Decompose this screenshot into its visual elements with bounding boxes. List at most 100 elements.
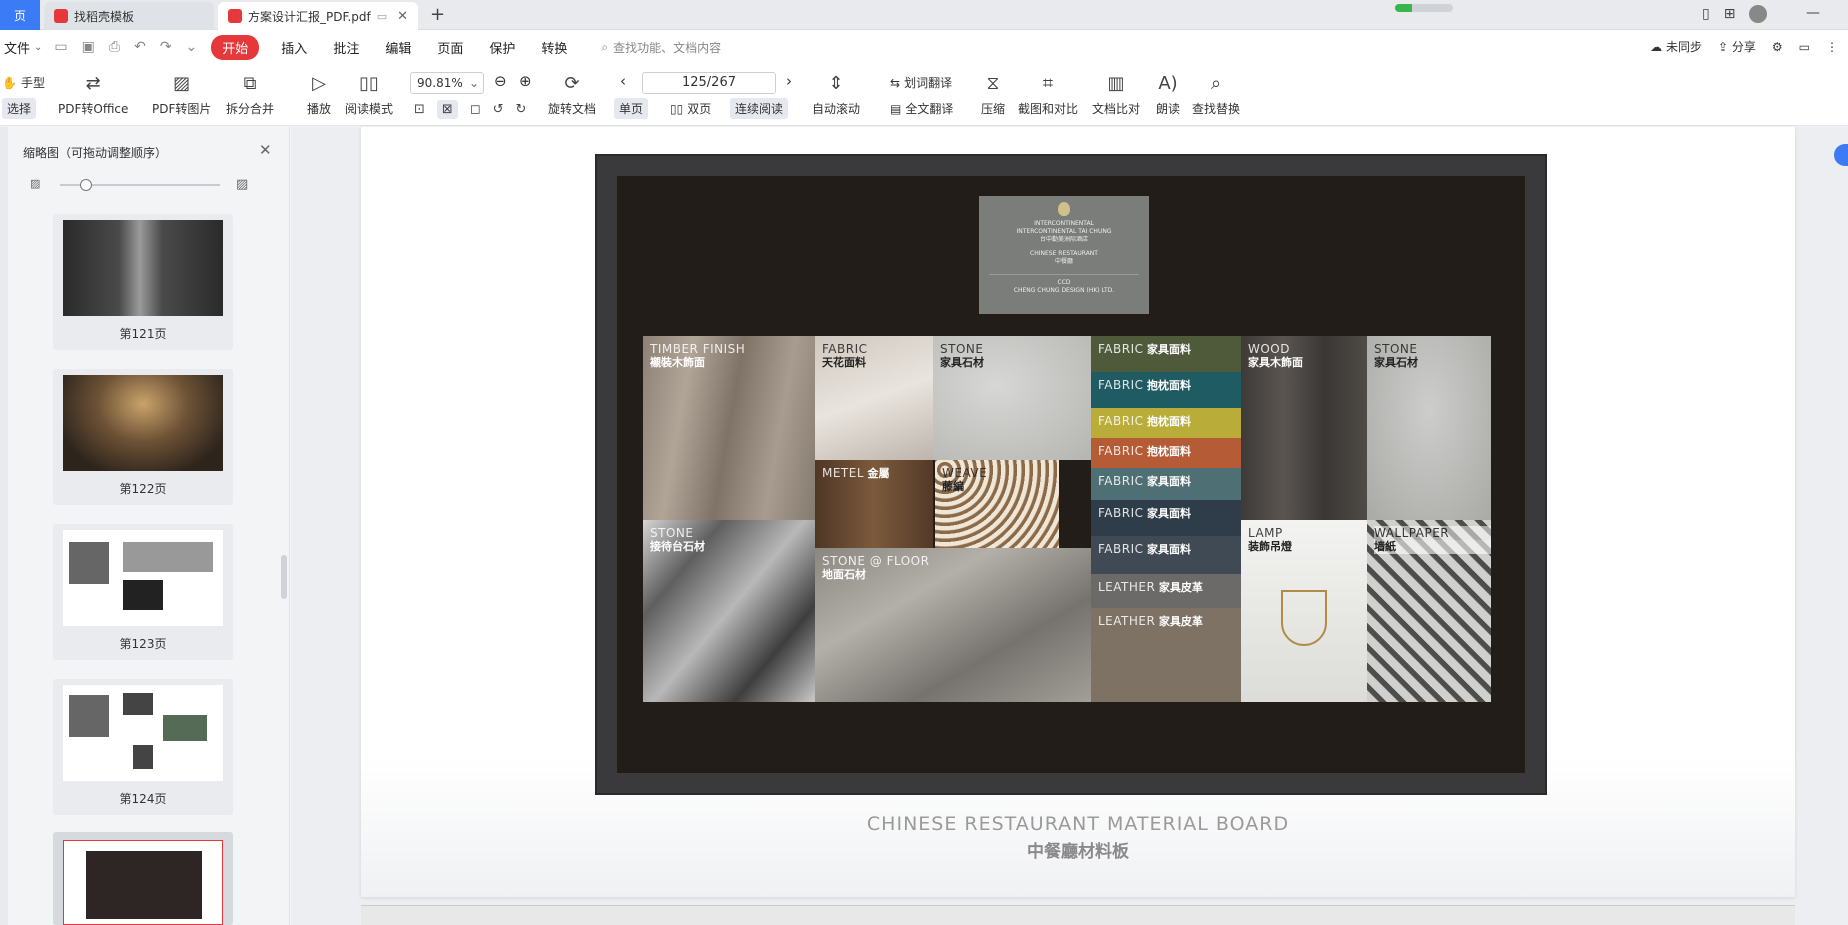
compare-icon: ▥ — [1107, 72, 1125, 94]
zoom-in-icon[interactable]: ⊕ — [519, 72, 532, 90]
word-translate-button[interactable]: ⇆ 划词翻译 — [890, 74, 952, 91]
layout-icon[interactable]: ▯ — [1702, 6, 1710, 22]
prev-page-icon[interactable]: ‹ — [620, 72, 626, 90]
chevron-down-icon[interactable]: ⌄ — [186, 39, 198, 55]
pdf-to-image-button[interactable]: ▨ PDF转图片 — [152, 70, 211, 117]
pin-tab-icon[interactable]: ▭ — [377, 10, 387, 23]
fit-page-icon[interactable]: ⊠ — [436, 100, 458, 119]
compress-icon: ⧖ — [986, 72, 1000, 94]
rotate-document-icon: ⟳ — [564, 72, 580, 94]
screenshot-compare-button[interactable]: ⌗ 截图和对比 — [1018, 70, 1078, 117]
tab-pdf-document[interactable]: 方案设计汇报_PDF.pdf ▭ ✕ — [218, 2, 418, 30]
next-page-icon[interactable]: › — [786, 72, 792, 90]
swatch-fabric-cushion-2: FABRIC 抱枕面料 — [1091, 408, 1241, 438]
sidebar-title: 缩略图（可拖动调整顺序） — [23, 146, 168, 160]
grid-icon[interactable]: ⊞ — [1724, 6, 1736, 22]
chevron-down-icon[interactable]: ⌄ — [34, 42, 42, 53]
share-button[interactable]: ⇪ 分享 — [1718, 38, 1756, 55]
menu-insert[interactable]: 插入 — [281, 38, 307, 57]
comment-icon[interactable]: ▭ — [1799, 40, 1810, 54]
save-icon[interactable]: ▣ — [82, 39, 95, 55]
lamp-image-icon — [1281, 590, 1327, 646]
search-icon: ⌕ — [1210, 72, 1222, 94]
image-icon: ▨ — [173, 72, 191, 94]
zoom-out-icon[interactable]: ⊖ — [494, 72, 507, 90]
tab-template[interactable]: 找稻壳模板 — [44, 2, 214, 30]
double-page-icon: ▯▯ — [670, 101, 684, 116]
close-icon[interactable]: ✕ — [259, 141, 272, 159]
play-icon: ▷ — [312, 72, 326, 94]
page-thumbnail-image — [63, 220, 223, 316]
fit-width-icon[interactable]: ◻ — [470, 102, 481, 117]
pdf-file-icon — [228, 9, 242, 23]
play-button[interactable]: ▷ 播放 — [306, 70, 332, 117]
menu-edit[interactable]: 编辑 — [385, 38, 411, 57]
full-translate-icon: ▤ — [890, 101, 902, 116]
split-merge-button[interactable]: ⧉ 拆分合并 — [226, 70, 274, 117]
full-translate-button[interactable]: ▤ 全文翻译 — [890, 100, 953, 117]
thumbnail-page-125-current[interactable] — [53, 832, 233, 925]
feature-search[interactable]: ⌕ 查找功能、文档内容 — [601, 39, 721, 56]
split-merge-icon: ⧉ — [243, 72, 257, 94]
zoom-input[interactable]: 90.81% ⌄ — [410, 72, 484, 94]
print-icon[interactable]: ⎙ — [109, 39, 120, 55]
thumbnail-sidebar: 缩略图（可拖动调整顺序） ✕ ▨ ▨ 第121页 第122页 第123页 第12… — [0, 127, 290, 925]
thumbnail-page-123[interactable]: 第123页 — [53, 524, 233, 660]
page-number-input[interactable]: 125/267 — [642, 72, 776, 94]
menu-annotate[interactable]: 批注 — [333, 38, 359, 57]
thumbnail-page-122[interactable]: 第122页 — [53, 369, 233, 505]
menu-page[interactable]: 页面 — [437, 38, 463, 57]
page-thumbnail-image — [63, 375, 223, 471]
chevron-down-icon[interactable]: ⌄ — [469, 76, 479, 90]
menu-start[interactable]: 开始 — [211, 34, 260, 60]
page-thumbnail-image — [63, 685, 223, 781]
new-tab-button[interactable]: + — [430, 4, 445, 25]
tab-home[interactable]: 页 — [0, 0, 40, 30]
rotate-right-icon[interactable]: ↻ — [516, 102, 527, 117]
pdf-to-office-button[interactable]: ⇄ PDF转Office — [58, 70, 128, 117]
menu-protect[interactable]: 保护 — [489, 38, 515, 57]
single-page-button[interactable]: 单页 — [614, 98, 649, 119]
side-assistant-button[interactable] — [1834, 144, 1848, 166]
find-replace-button[interactable]: ⌕ 查找替换 — [1192, 70, 1240, 117]
memory-indicator — [1395, 4, 1453, 12]
avatar[interactable] — [1749, 5, 1768, 23]
thumbnail-size-slider[interactable]: ▨ ▨ — [30, 177, 255, 193]
actual-size-icon[interactable]: ⊡ — [414, 102, 425, 117]
search-icon: ⌕ — [601, 39, 609, 54]
rotate-left-icon[interactable]: ↺ — [493, 102, 504, 117]
read-mode-button[interactable]: ▯▯ 阅读模式 — [345, 70, 393, 117]
continuous-read-button[interactable]: 连续阅读 — [730, 98, 789, 119]
swatch-fabric-ceiling: FABRIC 天花面料 — [815, 336, 933, 460]
toolbar: ✋ 手型 选择 ⇄ PDF转Office ▨ PDF转图片 ⧉ 拆分合并 ▷ 播放 ▯▯ 阅… — [0, 64, 1848, 126]
rotate-document-button[interactable]: ⟳ 旋转文档 — [548, 70, 596, 117]
swatch-weave: WEAVE 藤編 — [935, 460, 1059, 548]
sidebar-scrollbar[interactable] — [281, 555, 287, 599]
swatch-leather-2: LEATHER 家具皮革 — [1091, 608, 1241, 702]
menu-convert[interactable]: 转换 — [541, 38, 567, 57]
thumbnail-page-121[interactable]: 第121页 — [53, 214, 233, 350]
auto-scroll-button[interactable]: ⇕ 自动滚动 — [812, 70, 860, 117]
read-aloud-button[interactable]: A) 朗读 — [1155, 70, 1181, 117]
redo-icon[interactable]: ↷ — [160, 39, 172, 55]
doc-compare-button[interactable]: ▥ 文档比对 — [1092, 70, 1140, 117]
swatch-timber-finish: TIMBER FINISH 襯裝木飾面 — [643, 336, 815, 520]
large-image-icon: ▨ — [236, 177, 249, 192]
slider-knob[interactable] — [80, 179, 92, 191]
minimize-icon[interactable]: — — [1806, 5, 1820, 21]
intercontinental-logo-icon — [1058, 202, 1070, 216]
thumbnail-page-124[interactable]: 第124页 — [53, 679, 233, 815]
gear-icon[interactable]: ⚙ — [1772, 40, 1783, 54]
hand-tool[interactable]: ✋ 手型 — [2, 74, 45, 91]
select-tool[interactable]: 选择 — [2, 98, 37, 119]
double-page-button[interactable]: ▯▯ 双页 — [670, 100, 711, 117]
sync-status[interactable]: ☁ 未同步 — [1650, 38, 1702, 55]
undo-icon[interactable]: ↶ — [134, 39, 146, 55]
next-pdf-page — [361, 905, 1795, 925]
open-folder-icon[interactable]: ▭ — [54, 39, 67, 55]
board-caption-zh: 中餐廳材料板 — [1027, 842, 1129, 862]
close-tab-icon[interactable]: ✕ — [397, 9, 408, 24]
menu-file[interactable]: 文件 — [4, 38, 30, 57]
compress-button[interactable]: ⧖ 压缩 — [980, 70, 1006, 117]
more-icon[interactable]: ⋮ — [1826, 40, 1838, 54]
